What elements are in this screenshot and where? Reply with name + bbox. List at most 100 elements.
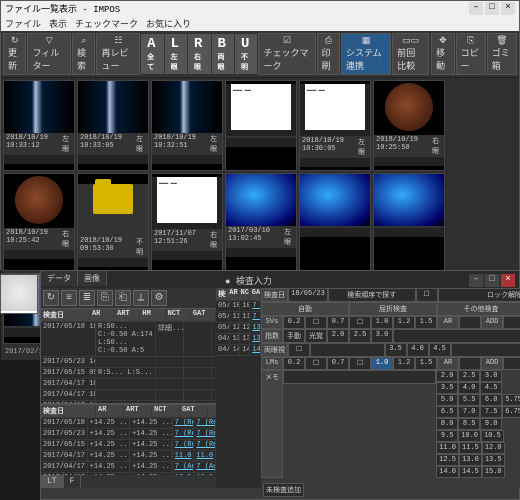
tab-data[interactable]: データ <box>41 271 78 286</box>
menu-view[interactable]: 表示 <box>49 17 67 30</box>
exam-list[interactable]: 検査日ARARTHMNCTGAT2017/05/18 10:07R:S0... … <box>41 309 216 403</box>
compare-button[interactable]: ▭▭前回比較 <box>392 33 429 75</box>
sel-10[interactable]: 1.0 <box>371 357 393 370</box>
list-item[interactable]: 2017/05/15 09:19+14.25 ... -14.25+14.25 … <box>41 440 216 451</box>
copy-button[interactable]: ⎘コピー <box>456 33 486 75</box>
menu-file[interactable]: ファイル <box>5 17 41 30</box>
thumbnail[interactable]: ▂▂▂ ▂▂ <box>225 80 297 171</box>
col-15[interactable]: 1.5 <box>415 316 437 329</box>
thumbnail[interactable] <box>373 173 445 271</box>
checkmark-button[interactable]: ☑チェックマーク <box>258 33 315 75</box>
r-ck1[interactable]: ☐ <box>305 316 327 329</box>
unknown-button[interactable]: U不明 <box>235 34 257 74</box>
num-cell[interactable]: 10.5 <box>481 430 504 442</box>
minimize-button[interactable]: – <box>469 2 483 15</box>
thumbnail[interactable]: 2018/10/19 09:53:30不明 <box>77 173 149 271</box>
num-cell[interactable]: 5.0 <box>436 394 458 406</box>
sub-list-button[interactable]: ≡ <box>61 290 77 306</box>
col-10[interactable]: 1.0 <box>371 316 393 329</box>
lp-lbl[interactable]: 光覚 <box>305 329 327 343</box>
both-eye-button[interactable]: B両眼 <box>212 34 234 74</box>
checkbox1[interactable]: ☐ <box>416 288 438 302</box>
thumb-note-input[interactable] <box>374 157 444 166</box>
num-cell[interactable]: 8.0 <box>436 418 458 430</box>
num-cell[interactable]: 10.0 <box>458 430 481 442</box>
section-other[interactable]: その他検査 <box>437 302 520 316</box>
section-auto[interactable]: 自動 <box>261 302 349 316</box>
sub-copy-button[interactable]: ⎘ <box>97 290 113 306</box>
num-cell[interactable]: 7.5 <box>480 406 502 418</box>
l-val2[interactable]: 0.7 <box>327 357 349 370</box>
num-cell[interactable]: 13.0 <box>459 454 482 466</box>
search-order-button[interactable]: 検索順序で探す <box>328 288 416 302</box>
list-item[interactable]: 2017/05/15 09:19R:S... L:S... <box>41 368 216 379</box>
tab-lt[interactable]: LT <box>41 475 64 488</box>
num-cell[interactable]: 14.5 <box>459 466 482 478</box>
list-item[interactable]: 2017/05/23 14:44 <box>41 357 216 368</box>
num-cell[interactable]: 3.0 <box>480 370 502 382</box>
all-button[interactable]: A全て <box>141 34 163 74</box>
list-item[interactable]: 04/17 10:0013.013.2513.5 <box>216 334 261 345</box>
r-val1[interactable]: 0.2 <box>283 316 305 329</box>
num-cell[interactable]: 5.5 <box>458 394 480 406</box>
num-cell[interactable]: 8.5 <box>458 418 480 430</box>
right-eye-button[interactable]: R右眼 <box>188 34 210 74</box>
thumbnail[interactable]: 2018/10/19 10:32:51左眼 <box>151 80 223 171</box>
num-cell[interactable]: 9.5 <box>436 430 458 442</box>
num-cell[interactable]: 2.5 <box>458 370 480 382</box>
r-val2[interactable]: 0.7 <box>327 316 349 329</box>
thumb-note-input[interactable] <box>152 251 222 260</box>
sub-chart-button[interactable]: ⟂ <box>133 290 149 306</box>
num-cell[interactable]: 3.5 <box>436 382 458 394</box>
num-cell[interactable]: 12.0 <box>482 442 505 454</box>
list-item[interactable]: 05/18 10:0010.010.07 (Ref) <box>216 301 261 312</box>
list-item[interactable]: 04/17 11:0014.014.2514.5 <box>216 345 261 356</box>
thumb-note-input[interactable] <box>152 155 222 164</box>
unlock-button[interactable]: ロック解除 <box>438 288 520 302</box>
thumb-note-input[interactable] <box>226 138 296 147</box>
thumbnail[interactable]: ▂▂▂ ▂▂2017/11/07 12:51:26右眼 <box>151 173 223 271</box>
menu-checkmark[interactable]: チェックマーク <box>75 17 138 30</box>
menu-favorite[interactable]: お気に入り <box>146 17 191 30</box>
tab-image[interactable]: 画像 <box>78 271 107 286</box>
num-cell[interactable]: 11.5 <box>459 442 482 454</box>
tab-f[interactable]: F <box>64 475 82 488</box>
system-link-button[interactable]: ▦システム連携 <box>341 33 391 75</box>
list-item[interactable]: 2017/04/17 11:28+14.25 ... -14.25+14.25 … <box>41 462 216 473</box>
cf-lbl[interactable]: 手動 <box>283 329 305 343</box>
thumbnail[interactable]: 2018/10/19 10:33:05左眼 <box>77 80 149 171</box>
maximize-button[interactable]: □ <box>485 2 499 15</box>
num-cell[interactable]: 4.0 <box>458 382 480 394</box>
add-unexamined-button[interactable]: 未検査追加 <box>263 483 304 497</box>
print-button[interactable]: ⎙印刷 <box>317 33 340 75</box>
list-item[interactable]: 05/23 14:0011.011.07 (Ref) <box>216 312 261 323</box>
thumbnail[interactable] <box>299 173 371 271</box>
memo-field[interactable] <box>283 370 436 384</box>
thumbnail[interactable]: 2017/03/10 13:02:45左眼 <box>225 173 297 271</box>
l-val1[interactable]: 0.2 <box>283 357 305 370</box>
list-item[interactable]: 2017/04/17 11:45+14.25 ... -14.25+14.25 … <box>41 451 216 462</box>
l-ck2[interactable]: ☐ <box>349 357 371 370</box>
sub-gear-button[interactable]: ⚙ <box>151 290 167 306</box>
sub-minimize-button[interactable]: – <box>469 274 483 287</box>
list-item[interactable]: 05/15 09:0012.012.2513.5 <box>216 323 261 334</box>
num-cell[interactable]: 14.0 <box>436 466 459 478</box>
move-button[interactable]: ✥移動 <box>431 33 454 75</box>
thumb-note-input[interactable] <box>300 158 370 167</box>
thumb-note-input[interactable] <box>78 258 148 267</box>
num-cell[interactable]: 2.0 <box>436 370 458 382</box>
list-item[interactable]: 2017/05/18 10:07R:S0... C:-0.50 A:174 L:… <box>41 322 216 357</box>
thumb-note-input[interactable] <box>4 155 74 164</box>
search-button[interactable]: ⌕検索 <box>72 33 95 75</box>
sub-maximize-button[interactable]: □ <box>485 274 499 287</box>
thumbnail[interactable]: 2018/10/19 10:33:12左眼 <box>3 80 75 171</box>
section-ref[interactable]: 屈折検査 <box>349 302 437 316</box>
refresh-button[interactable]: ↻更新 <box>3 33 26 75</box>
exam-list-lower[interactable]: 検査日ARARTNCTGAT2017/05/18 10:07+14.25 ...… <box>41 403 216 475</box>
thumbnail[interactable]: 2018/10/19 10:25:50右眼 <box>373 80 445 171</box>
thumb-note-input[interactable] <box>374 228 444 237</box>
add-r-val[interactable] <box>503 316 520 329</box>
num-cell[interactable]: 4.5 <box>480 382 502 394</box>
col-12[interactable]: 1.2 <box>393 316 415 329</box>
r-box[interactable] <box>459 316 481 329</box>
